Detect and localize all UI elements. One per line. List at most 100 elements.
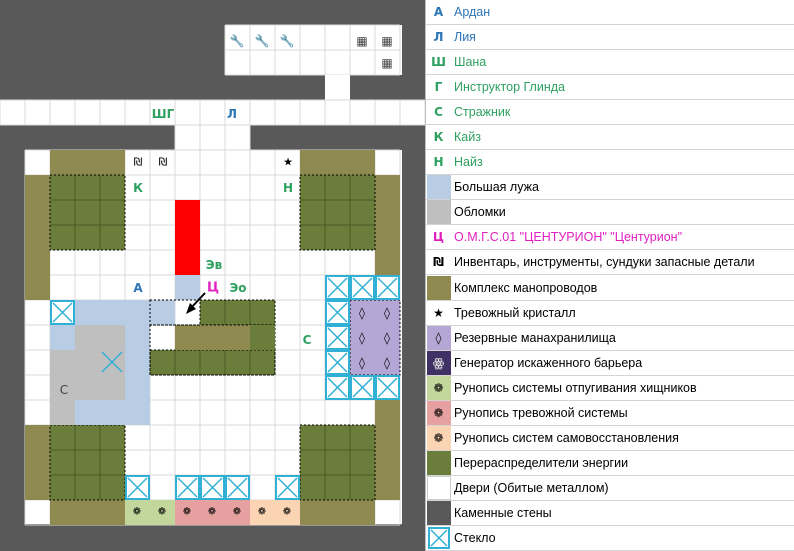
rune-icon: ❁ [133, 507, 141, 518]
legend-label: Каменные стены [454, 505, 552, 520]
legend-symbol [426, 525, 451, 550]
legend-panel: А Ардан Л Лия Ш Шана Г Инструктор Глинда С Стражн… [425, 0, 794, 551]
rune-icon: ❁ [283, 507, 291, 518]
legend-label: Тревожный кристалл [454, 305, 576, 320]
energy-center-row [150, 350, 275, 375]
legend-symbol: ₪ [426, 250, 451, 275]
legend-label: Обломки [454, 205, 506, 220]
label-ev: Эв [205, 258, 223, 272]
legend-symbol: Г [434, 80, 443, 95]
inventory-icon: ₪ [134, 156, 143, 169]
label-shg: ШГ [151, 107, 175, 121]
legend-symbol: Н [433, 155, 444, 170]
legend-row: Л Лия [426, 25, 794, 51]
legend-row: ★ Тревожный кристалл [426, 300, 794, 326]
room-entrance [175, 125, 250, 150]
legend-symbol: А [433, 5, 444, 20]
legend-swatch-icon: ★ [426, 300, 451, 325]
legend-swatch [426, 500, 451, 525]
legend-symbol [426, 175, 451, 200]
legend-row: ❁ Рунопись системы отпугивания хищников [426, 375, 794, 401]
label-guard-right: С [302, 333, 312, 347]
legend-swatch-icon: ◊ [426, 325, 451, 350]
energy-top-right [300, 175, 375, 250]
legend-row: А Ардан [426, 0, 794, 26]
legend-swatch [426, 450, 451, 475]
wrench-icon: 🔧 [230, 33, 245, 48]
legend-symbol: К [433, 130, 444, 145]
map-grid: ◊ ◊ ◊ ◊ ◊ ◊ ❁ ❁ ❁ ❁ ❁ ❁ ❁ ₪ ₪ ★ 🔧 🔧 🔧 ▦ ▦ ▦ [0, 24, 425, 526]
legend-symbol: Ц [432, 230, 445, 245]
pipes-right-lower [375, 400, 400, 500]
legend-label: Рунопись системы отпугивания хищников [454, 380, 697, 395]
reserve-diamond-icon: ◊ [384, 356, 390, 370]
legend-row: Комплекс манопроводов [426, 275, 794, 301]
legend-symbol [426, 200, 451, 225]
label-n: Н [282, 181, 294, 195]
legend-row: Ш Шана [426, 50, 794, 76]
red-block [175, 200, 200, 275]
legend-swatch-icon: ❁ [426, 425, 451, 450]
rune-icon: ❁ [208, 507, 216, 518]
label-a: А [133, 281, 143, 295]
reserve-diamond-icon: ◊ [359, 356, 365, 370]
pipes-top-left [50, 150, 125, 175]
legend-swatch [426, 200, 451, 225]
legend-row: С Стражник [426, 100, 794, 126]
legend-label: Кайз [454, 130, 481, 145]
legend-symbol: Л [433, 30, 444, 45]
label-ts: Ц [206, 280, 220, 296]
legend-swatch-icon: ❁ [426, 400, 451, 425]
legend-symbol: ❁ [426, 375, 451, 400]
energy-bottom-right [300, 425, 375, 500]
legend-label: О.М.Г.С.01 "ЦЕНТУРИОН" "Центурион" [454, 230, 683, 245]
storage-corridor [325, 75, 350, 100]
chest-icon: ▦ [381, 34, 392, 48]
wrench-icon: 🔧 [280, 33, 295, 48]
legend-symbol: ❁ [426, 400, 451, 425]
chest-icon: ▦ [381, 56, 392, 70]
legend-label: Шана [454, 55, 487, 70]
pipes-center [175, 325, 250, 350]
legend-label: Ардан [454, 5, 491, 20]
legend-symbol: ❁ [426, 425, 451, 450]
reserve-storage [350, 300, 400, 375]
legend-label: Инструктор Глинда [454, 80, 565, 95]
legend-swatch [426, 525, 451, 550]
energy-top-left [50, 175, 125, 250]
reserve-diamond-icon: ◊ [384, 331, 390, 345]
legend-row: Г Инструктор Глинда [426, 75, 794, 101]
legend-symbol [426, 275, 451, 300]
legend-row: Ц О.М.Г.С.01 "ЦЕНТУРИОН" "Центурион" [426, 225, 794, 251]
legend-symbol: С [434, 105, 443, 120]
legend-label: Инвентарь, инструменты, сундуки запасные… [454, 255, 755, 270]
legend-label: Рунопись тревожной системы [454, 405, 628, 420]
legend-swatch-icon: ❁ [426, 375, 451, 400]
legend-row: ◊ Резервные манахранилища [426, 325, 794, 351]
pipes-right-upper [375, 175, 400, 275]
legend-label: Стражник [454, 105, 511, 120]
legend-label: Резервные манахранилища [454, 330, 616, 345]
legend-swatch [426, 275, 451, 300]
legend-row: Двери (Обитые металлом) [426, 475, 794, 501]
legend-symbol: ◊ [426, 325, 451, 350]
legend-swatch [426, 475, 451, 500]
rune-icon: ❁ [258, 507, 266, 518]
puddle-small [175, 275, 200, 300]
legend-label: Рунопись систем самовосстановления [454, 430, 679, 445]
legend-label: Лия [454, 30, 476, 45]
reserve-diamond-icon: ◊ [359, 331, 365, 345]
game-map: ◊ ◊ ◊ ◊ ◊ ◊ ❁ ❁ ❁ ❁ ❁ ❁ ❁ ₪ ₪ ★ 🔧 🔧 🔧 ▦ ▦ ▦ ШГ Л К Н Эв Эо А … [0, 0, 425, 551]
rune-icon: ❁ [233, 507, 241, 518]
chest-icon: ▦ [356, 34, 367, 48]
legend-row: Обломки [426, 200, 794, 226]
inventory-icon: ₪ [159, 156, 168, 169]
pipes-bottom-left [50, 500, 125, 525]
energy-bottom-left [50, 425, 125, 500]
legend-label: Двери (Обитые металлом) [454, 480, 609, 495]
label-l: Л [227, 107, 237, 121]
legend-row: К Кайз [426, 125, 794, 151]
pipes-left-upper [25, 175, 50, 300]
legend-swatch-icon: ꙮ [426, 350, 451, 375]
legend-row: ❁ Рунопись систем самовосстановления [426, 425, 794, 451]
